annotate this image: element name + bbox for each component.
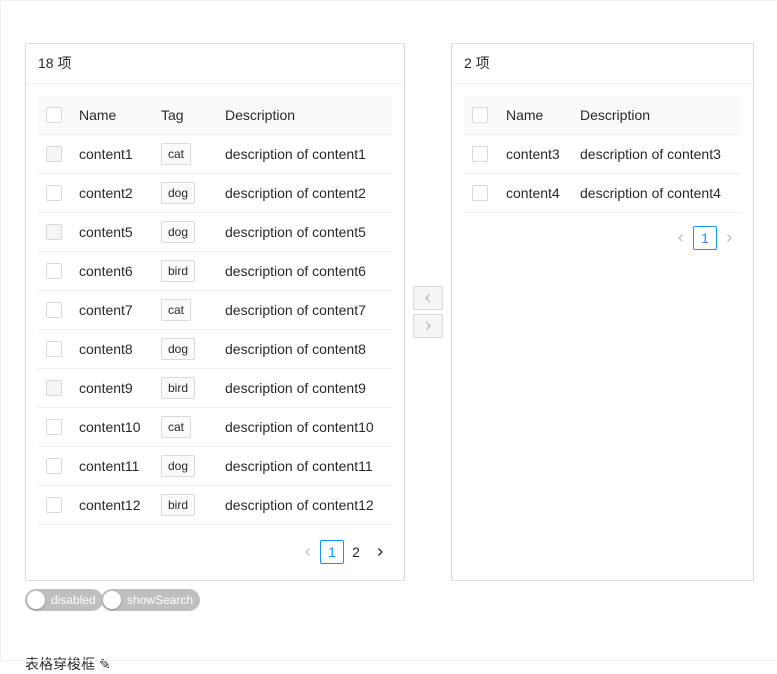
- source-select-all-checkbox[interactable]: [46, 107, 62, 124]
- row-name: content12: [71, 485, 153, 525]
- table-row[interactable]: content12 bird description of content12: [38, 485, 392, 525]
- row-tag: dog: [161, 454, 196, 477]
- row-description: description of content10: [217, 407, 392, 447]
- pagination-page-1[interactable]: 1: [693, 226, 717, 250]
- row-description: description of content8: [217, 329, 392, 369]
- row-checkbox[interactable]: [46, 458, 62, 475]
- column-header-description: Description: [572, 96, 741, 135]
- transfer-source-panel: 18 项 Name Tag Description content1 cat des…: [25, 43, 405, 581]
- row-checkbox[interactable]: [46, 419, 62, 436]
- pagination-next-icon[interactable]: [368, 540, 392, 564]
- row-description: description of content12: [217, 485, 392, 525]
- move-right-button[interactable]: [413, 314, 443, 338]
- chevron-right-icon: [426, 322, 431, 330]
- column-header-name: Name: [498, 96, 572, 135]
- row-name: content4: [498, 173, 572, 213]
- row-tag: bird: [161, 493, 196, 516]
- source-table-header: Name Tag Description: [38, 96, 392, 135]
- row-description: description of content2: [217, 173, 392, 213]
- table-row[interactable]: content5 dog description of content5: [38, 212, 392, 252]
- row-name: content11: [71, 446, 153, 486]
- row-description: description of content5: [217, 212, 392, 252]
- target-table: Name Description content3 description of …: [464, 96, 741, 213]
- row-name: content6: [71, 251, 153, 291]
- target-count-header: 2 项: [452, 44, 753, 84]
- row-checkbox[interactable]: [46, 497, 62, 514]
- table-row[interactable]: content6 bird description of content6: [38, 251, 392, 291]
- row-description: description of content6: [217, 251, 392, 291]
- row-checkbox[interactable]: [472, 146, 488, 163]
- table-row[interactable]: content10 cat description of content10: [38, 407, 392, 447]
- row-tag: bird: [161, 376, 196, 399]
- switch-knob: [27, 591, 45, 609]
- pagination-page-2[interactable]: 2: [344, 540, 368, 564]
- row-checkbox[interactable]: [46, 185, 62, 202]
- move-left-button[interactable]: [413, 286, 443, 310]
- transfer-operations: [413, 286, 443, 342]
- pagination-prev-icon[interactable]: [669, 226, 693, 250]
- row-name: content2: [71, 173, 153, 213]
- row-tag: cat: [161, 142, 192, 165]
- table-row[interactable]: content8 dog description of content8: [38, 329, 392, 369]
- target-count-label: 2 项: [464, 55, 490, 71]
- row-checkbox[interactable]: [472, 185, 488, 202]
- row-description: description of content9: [217, 368, 392, 408]
- pagination-next-icon[interactable]: [717, 226, 741, 250]
- row-checkbox[interactable]: [46, 146, 62, 163]
- transfer-target-panel: 2 项 Name Description content3 description…: [451, 43, 754, 581]
- row-name: content3: [498, 134, 572, 174]
- table-row[interactable]: content4 description of content4: [464, 173, 741, 213]
- section-title[interactable]: 表格穿梭框 ✎: [25, 654, 111, 674]
- source-table: Name Tag Description content1 cat descript…: [38, 96, 392, 525]
- row-checkbox[interactable]: [46, 302, 62, 319]
- table-row[interactable]: content11 dog description of content11: [38, 446, 392, 486]
- table-row[interactable]: content7 cat description of content7: [38, 290, 392, 330]
- row-name: content10: [71, 407, 153, 447]
- column-header-name: Name: [71, 96, 153, 135]
- target-pagination: 1: [669, 226, 741, 250]
- column-header-description: Description: [217, 96, 392, 135]
- disabled-switch-label: disabled: [51, 593, 96, 607]
- switch-knob: [103, 591, 121, 609]
- table-row[interactable]: content1 cat description of content1: [38, 134, 392, 174]
- table-row[interactable]: content3 description of content3: [464, 134, 741, 174]
- row-name: content8: [71, 329, 153, 369]
- row-tag: bird: [161, 259, 196, 282]
- row-checkbox[interactable]: [46, 263, 62, 280]
- row-description: description of content7: [217, 290, 392, 330]
- row-tag: dog: [161, 337, 196, 360]
- disabled-switch[interactable]: disabled: [25, 589, 103, 611]
- row-tag: cat: [161, 415, 192, 438]
- show-search-switch[interactable]: showSearch: [101, 589, 201, 611]
- pagination-prev-icon[interactable]: [296, 540, 320, 564]
- row-description: description of content1: [217, 134, 392, 174]
- row-tag: dog: [161, 220, 196, 243]
- row-tag: cat: [161, 298, 192, 321]
- chevron-left-icon: [425, 294, 430, 302]
- source-count-label: 18 项: [38, 55, 72, 71]
- row-name: content1: [71, 134, 153, 174]
- column-header-tag: Tag: [153, 96, 217, 135]
- row-name: content7: [71, 290, 153, 330]
- row-checkbox[interactable]: [46, 224, 62, 241]
- target-select-all-checkbox[interactable]: [472, 107, 488, 124]
- table-row[interactable]: content9 bird description of content9: [38, 368, 392, 408]
- row-name: content5: [71, 212, 153, 252]
- source-pagination: 1 2: [296, 540, 392, 564]
- row-name: content9: [71, 368, 153, 408]
- target-table-header: Name Description: [464, 96, 741, 135]
- row-description: description of content4: [572, 173, 741, 213]
- show-search-switch-label: showSearch: [127, 593, 194, 607]
- pagination-page-1[interactable]: 1: [320, 540, 344, 564]
- row-checkbox[interactable]: [46, 380, 62, 397]
- row-checkbox[interactable]: [46, 341, 62, 358]
- source-count-header: 18 项: [26, 44, 404, 84]
- table-row[interactable]: content2 dog description of content2: [38, 173, 392, 213]
- row-description: description of content11: [217, 446, 392, 486]
- row-description: description of content3: [572, 134, 741, 174]
- row-tag: dog: [161, 181, 196, 204]
- divider: [0, 660, 777, 661]
